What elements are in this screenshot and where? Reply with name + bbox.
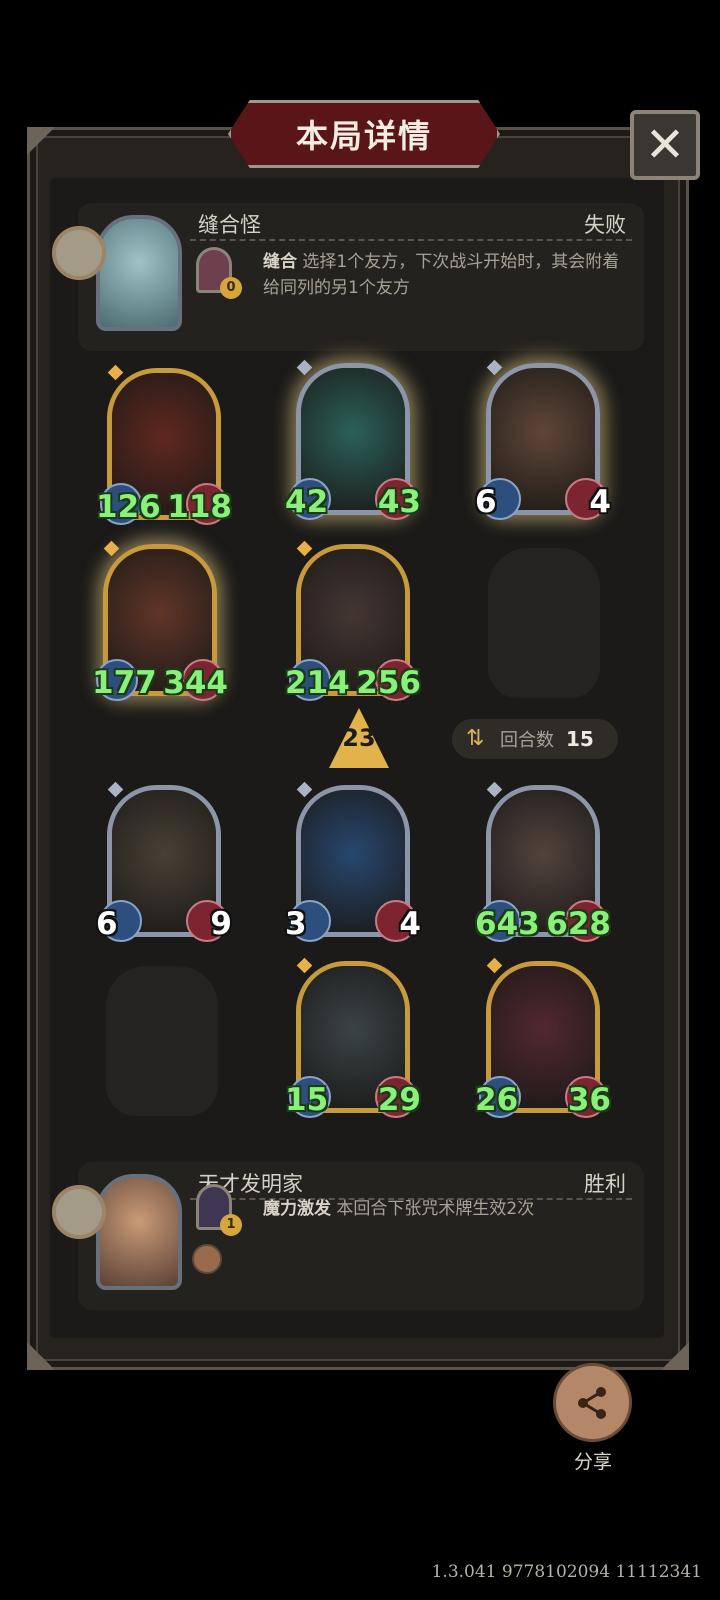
minion-health: 628 [546,906,611,942]
close-icon: ✕ [644,117,686,173]
minion-attack: 15 [285,1082,329,1118]
player-result: 胜利 [584,1172,626,1196]
page-title: 本局详情 [295,117,432,155]
close-button[interactable]: ✕ [630,110,700,180]
player-hero-power-desc: 魔力激发 本回合下张咒术牌生效2次 [263,1196,628,1222]
share-button[interactable] [553,1363,632,1442]
minion-card[interactable]: 42 43 [285,359,421,520]
opponent-hero-portrait[interactable] [96,215,182,331]
hero-power-text: 本回合下张咒术牌生效2次 [336,1199,535,1219]
empty-minion-slot [488,548,600,698]
minion-health: 9 [210,906,232,942]
empty-minion-slot [106,966,218,1116]
minion-attack: 643 [475,906,540,942]
hero-power-name: 魔力激发 [263,1199,331,1219]
share-label: 分享 [573,1451,612,1473]
minion-card[interactable]: 34 [285,781,421,942]
minion-health: 118 [167,489,232,525]
share-icon [577,1386,606,1419]
minion-attack: 214 [285,665,350,701]
pocket-watch-icon [52,1185,106,1239]
opponent-result: 失败 [584,213,626,237]
minion-card[interactable]: 643 628 [475,781,611,942]
hero-power-cost: 0 [220,277,242,299]
minion-card[interactable]: 15 29 [285,957,421,1118]
pocket-watch-icon [52,226,106,280]
player-hero-portrait[interactable] [96,1174,182,1290]
rounds-value: 15 [566,727,594,751]
minion-health: 256 [356,665,421,701]
minion-health: 29 [377,1082,421,1118]
repeat-icon: ⇅ [466,726,485,751]
minion-attack: 3 [285,906,307,942]
minion-card[interactable]: 69 [96,781,232,942]
minion-attack: 177 [92,665,157,701]
minion-attack: 26 [475,1082,519,1118]
minion-card[interactable]: 214 256 [285,540,421,701]
minion-health: 4 [589,484,611,520]
title-banner: 本局详情 [228,100,500,168]
hero-power-text: 选择1个友方，下次战斗开始时，其会附着给同列的另1个友方 [263,252,620,298]
opponent-hero-name: 缝合怪 [198,213,261,237]
hero-power-name: 缝合 [263,252,297,272]
minion-health: 36 [567,1082,611,1118]
tavern-tier-number: 23 [342,724,376,752]
minion-attack: 42 [285,484,329,520]
minion-health: 4 [399,906,421,942]
minion-attack: 6 [475,484,497,520]
minion-card[interactable]: 26 36 [475,957,611,1118]
version-text: 1.3.041 9778102094 11112341 [431,1562,702,1582]
minion-card[interactable]: 126 118 [96,364,232,525]
rounds-indicator: ⇅ 回合数 15 [452,719,618,759]
opponent-hero-power-desc: 缝合 选择1个友方，下次战斗开始时，其会附着给同列的另1个友方 [263,249,628,301]
minion-health: 43 [377,484,421,520]
minion-card[interactable]: 64 [475,359,611,520]
trinket-icon[interactable] [192,1244,222,1274]
minion-card[interactable]: 177 344 [92,540,228,701]
minion-health: 344 [163,665,228,701]
divider [190,239,632,241]
hero-power-cost: 1 [220,1214,242,1236]
minion-attack: 126 [96,489,161,525]
rounds-label: 回合数 [500,730,554,751]
minion-attack: 6 [96,906,118,942]
